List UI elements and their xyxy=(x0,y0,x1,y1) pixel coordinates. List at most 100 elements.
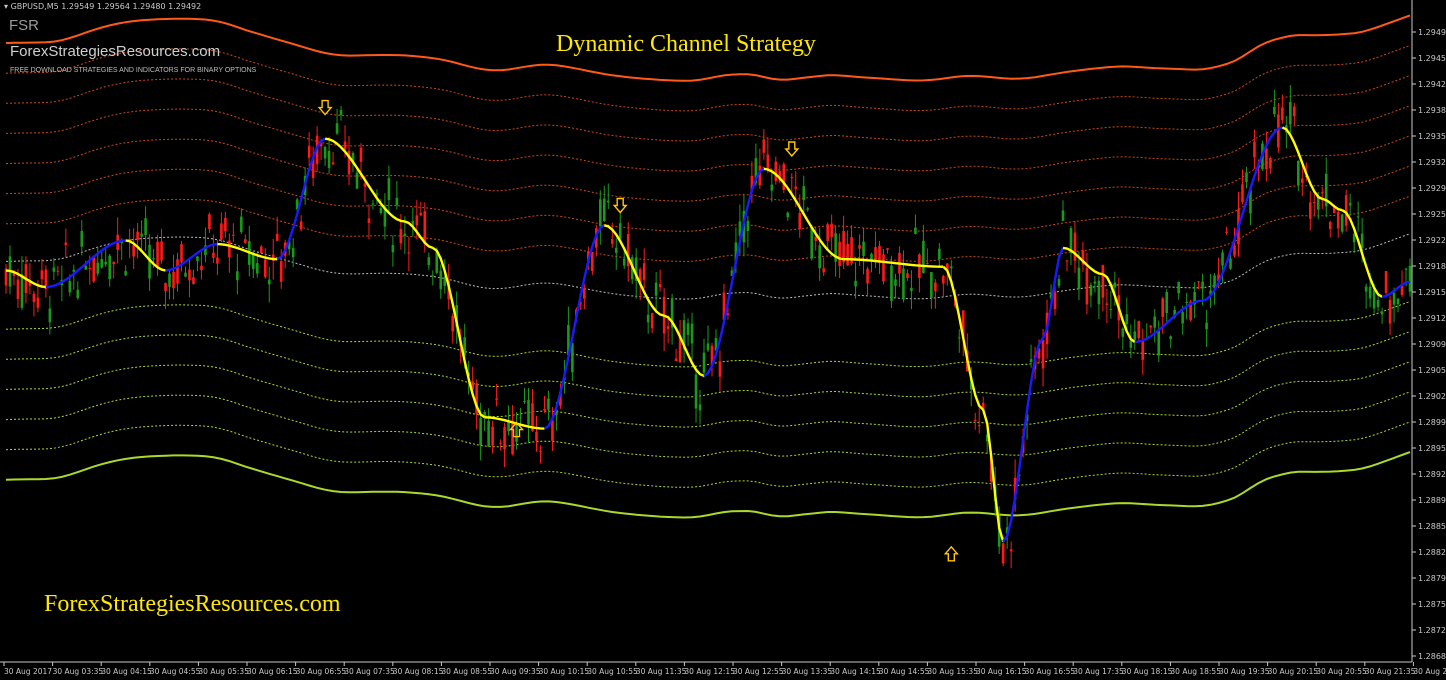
x-tick-label: 30 Aug 21:35 xyxy=(1365,667,1416,676)
candle-body xyxy=(136,231,139,241)
candle-body xyxy=(1165,291,1168,314)
footer-site: ForexStrategiesResources.com xyxy=(44,591,341,617)
candle-body xyxy=(156,241,159,267)
x-tick-label: 30 Aug 16:15 xyxy=(976,667,1027,676)
dropdown-icon[interactable]: ▾ xyxy=(4,2,8,11)
candle-body xyxy=(1360,233,1364,249)
candle-body xyxy=(112,261,115,265)
candle-body xyxy=(164,282,167,291)
y-tick-label: 1.29090 xyxy=(1418,340,1446,349)
y-tick-label: 1.28790 xyxy=(1418,574,1446,583)
y-tick-label: 1.29220 xyxy=(1418,236,1446,245)
candle-body xyxy=(1273,106,1276,115)
candle-body xyxy=(610,239,614,244)
candle-body xyxy=(1101,265,1105,298)
x-tick-label: 30 Aug 07:35 xyxy=(344,667,395,676)
candle-body xyxy=(176,259,179,284)
x-tick-label: 30 Aug 06:15 xyxy=(247,667,298,676)
candle-body xyxy=(499,442,502,444)
y-tick-label: 1.28890 xyxy=(1418,496,1446,505)
candle-body xyxy=(451,315,455,332)
candle-body xyxy=(275,233,279,241)
candle-body xyxy=(1093,281,1097,284)
candle-body xyxy=(168,273,171,287)
candle-body xyxy=(786,212,790,218)
candle-body xyxy=(718,361,722,377)
y-tick-label: 1.29455 xyxy=(1418,54,1446,63)
candle-body xyxy=(399,229,403,244)
y-tick-label: 1.28755 xyxy=(1418,600,1446,609)
x-tick-label: 30 Aug 19:35 xyxy=(1219,667,1270,676)
candle-body xyxy=(140,233,143,237)
candle-body xyxy=(1149,325,1153,328)
candle-body xyxy=(702,352,706,373)
x-tick-label: 30 Aug 08:15 xyxy=(393,667,444,676)
candle-body xyxy=(806,208,810,210)
candle-body xyxy=(658,284,662,288)
candle-body xyxy=(1281,107,1284,121)
y-tick-label: 1.29255 xyxy=(1418,210,1446,219)
candle-body xyxy=(407,252,411,254)
candle-body xyxy=(762,139,766,153)
candle-body xyxy=(100,259,104,268)
candle-body xyxy=(842,230,845,263)
candle-body xyxy=(726,313,730,316)
x-tick-label: 30 Aug 11:35 xyxy=(636,667,687,676)
candle-body xyxy=(1245,172,1248,183)
ohlc-values: 1.29549 1.29564 1.29480 1.29492 xyxy=(61,2,202,11)
x-tick-label: 30 Aug 12:15 xyxy=(684,667,735,676)
watermark-short: FSR xyxy=(9,17,39,34)
candle-body xyxy=(52,267,56,272)
candle-body xyxy=(307,145,311,158)
candle-body xyxy=(1061,210,1065,221)
x-tick-label: 30 Aug 05:35 xyxy=(198,667,249,676)
candle-body xyxy=(591,252,594,271)
candle-body xyxy=(1169,336,1172,340)
candle-body xyxy=(902,268,905,300)
candle-body xyxy=(1029,359,1033,363)
candle-body xyxy=(818,245,821,269)
x-tick-label: 30 Aug 10:15 xyxy=(539,667,590,676)
candle-body xyxy=(251,253,255,269)
candle-body xyxy=(890,265,893,302)
candle-body xyxy=(64,242,68,246)
price-chart[interactable]: 1.29490 1.29455 1.29420 1.29385 1.29350 1.293… xyxy=(0,0,1446,680)
candle-body xyxy=(1356,216,1360,218)
candle-body xyxy=(790,177,794,179)
candle-body xyxy=(694,374,698,409)
candle-body xyxy=(343,141,347,150)
candle-body xyxy=(1009,549,1013,552)
candle-body xyxy=(1177,281,1180,294)
candle-body xyxy=(666,326,670,329)
candle-body xyxy=(267,279,271,285)
candle-body xyxy=(16,279,20,299)
candle-body xyxy=(431,275,435,277)
x-tick-label: 30 Aug 16:55 xyxy=(1025,667,1076,676)
candle-body xyxy=(200,265,203,271)
candle-body xyxy=(1241,184,1244,203)
x-tick-label: 30 Aug 04:55 xyxy=(150,667,201,676)
candle-body xyxy=(80,231,84,247)
candle-body xyxy=(363,183,367,187)
candle-body xyxy=(299,221,303,230)
candle-body xyxy=(622,258,626,266)
candle-body xyxy=(124,271,127,276)
candle-body xyxy=(1364,286,1368,292)
candle-body xyxy=(216,257,219,264)
candle-body xyxy=(403,233,407,237)
candle-body xyxy=(1121,328,1125,337)
y-tick-label: 1.29420 xyxy=(1418,80,1446,89)
candle-body xyxy=(1404,268,1408,270)
candle-body xyxy=(519,417,522,419)
watermark-tagline: FREE DOWNLOAD STRATEGIES AND INDICATORS … xyxy=(10,67,257,74)
x-tick-label: 30 Aug 20:15 xyxy=(1268,667,1319,676)
x-tick-label: 30 Aug 06:55 xyxy=(296,667,347,676)
candle-body xyxy=(335,123,339,134)
watermark-site: ForexStrategiesResources.com xyxy=(10,43,221,60)
candle-body xyxy=(367,218,371,223)
candle-body xyxy=(188,269,191,281)
candle-body xyxy=(1085,268,1089,305)
candle-body xyxy=(427,257,431,266)
candle-body xyxy=(886,248,889,250)
candle-body xyxy=(68,281,72,293)
